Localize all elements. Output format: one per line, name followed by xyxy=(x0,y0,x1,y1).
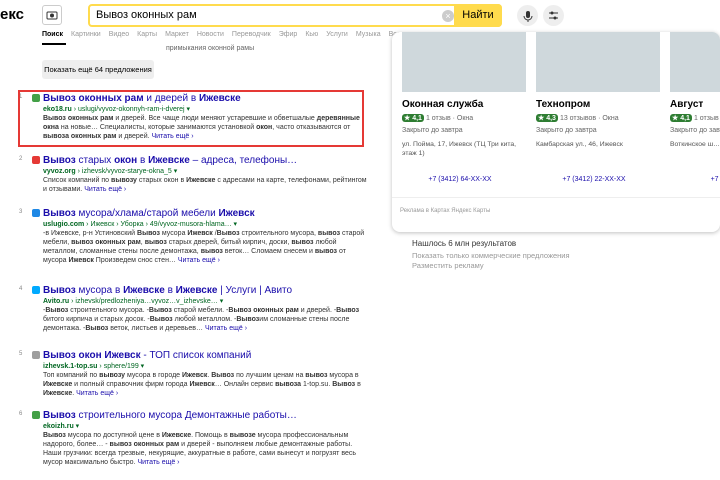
result-url[interactable]: vyvoz.org › izhevsk/vyvoz-starye-okna_5 … xyxy=(43,167,177,175)
tab-10[interactable]: Музыка xyxy=(356,31,381,38)
tab-3[interactable]: Карты xyxy=(137,31,157,38)
result-title-link[interactable]: Вывоз мусора в Ижевске в Ижевске | Услуг… xyxy=(43,285,292,296)
tab-6[interactable]: Переводчик xyxy=(232,31,271,38)
organization-photo[interactable] xyxy=(536,32,660,92)
organization-address: Воткинское ш… xyxy=(670,141,720,148)
search-button[interactable]: Найти xyxy=(454,4,502,27)
search-input[interactable]: Вывоз оконных рам xyxy=(96,9,197,21)
result-url[interactable]: ekoizh.ru ▾ xyxy=(43,422,79,430)
tab-8[interactable]: Кью xyxy=(305,31,318,38)
result-title-link[interactable]: Вывоз старых окон в Ижевске – адреса, те… xyxy=(43,155,297,166)
tab-4[interactable]: Маркет xyxy=(165,31,189,38)
result-snippet: Топ компаний по вывозу мусора в городе И… xyxy=(43,372,361,397)
active-tab-underline xyxy=(42,43,66,45)
result-snippet: -в Ижевске, р-н Устиновский Вывоз мусора… xyxy=(43,230,365,264)
result-number: 2 xyxy=(19,156,23,162)
hours-status: Закрыто до завтра xyxy=(670,127,720,134)
camera-search-icon[interactable] xyxy=(42,5,62,25)
search-field[interactable]: Вывоз оконных рам × xyxy=(88,4,502,27)
hours-status: Закрыто до завтра xyxy=(536,127,597,134)
hours-status: Закрыто до завтра xyxy=(402,127,463,134)
favicon-icon xyxy=(32,209,40,217)
show-more-button[interactable]: Показать ещё 64 предложения xyxy=(42,60,154,79)
organization-address: ул. Пойма, 17, Ижевск (ТЦ Три кита, этаж… xyxy=(402,141,517,157)
organization-name[interactable]: Оконная служба xyxy=(402,99,483,110)
search-tabs: Поиск Картинки Видео Карты Маркет Новости Пере… xyxy=(42,31,409,45)
map-panel: Реклама в Картах Яндекс Карты Оконная сл… xyxy=(392,32,720,232)
result-url[interactable]: uslugio.com › Ижевск › Уборка › 49/vyvoz… xyxy=(43,220,237,228)
result-number: 5 xyxy=(19,351,23,357)
highlight-box xyxy=(18,90,364,147)
tab-5[interactable]: Новости xyxy=(197,31,224,38)
organization-card[interactable]: Технопром ★ 4,3 13 отзывов · Окна Закрыто д… xyxy=(536,32,660,183)
result-number: 3 xyxy=(19,209,23,215)
tab-7[interactable]: Эфир xyxy=(279,31,298,38)
reviews-text: 1 отзыв xyxy=(693,115,719,122)
result-snippet: -Вывоз строительного мусора. -Вывоз стар… xyxy=(43,307,360,332)
result-url[interactable]: Avito.ru › izhevsk/predlozheniya…vyvoz…v… xyxy=(43,297,223,305)
tab-2[interactable]: Видео xyxy=(109,31,129,38)
favicon-icon xyxy=(32,156,40,164)
organization-name[interactable]: Технопром xyxy=(536,99,590,110)
organization-rating: ★ 4,1 1 отзыв xyxy=(670,114,719,122)
snippet-top: примыкания оконной рамы xyxy=(166,45,255,52)
result-title-link[interactable]: Вывоз окон Ижевск - ТОП список компаний xyxy=(43,350,251,361)
reviews-text: 13 отзывов · Окна xyxy=(559,115,619,122)
organization-photo[interactable] xyxy=(670,32,720,92)
rating-badge: ★ 4,3 xyxy=(536,114,558,122)
result-title-link[interactable]: Вывоз мусора/хлама/старой мебели Ижевск xyxy=(43,208,255,219)
tab-9[interactable]: Услуги xyxy=(326,31,348,38)
organization-rating: ★ 4,1 1 отзыв · Окна xyxy=(402,114,473,122)
organization-phone[interactable]: +7 (3412) 22-ХХ-ХХ xyxy=(536,176,652,183)
side-links: Показать только коммерческие предложения… xyxy=(412,251,570,271)
header-bar: екс Вывоз оконных рам × Найти xyxy=(0,0,720,32)
commercial-link[interactable]: Показать только коммерческие предложения xyxy=(412,251,570,261)
rating-badge: ★ 4,1 xyxy=(402,114,424,122)
divider xyxy=(392,197,720,198)
result-title-link[interactable]: Вывоз строительного мусора Демонтажные р… xyxy=(43,410,297,421)
result-url[interactable]: izhevsk.1-top.su › sphere/199 ▾ xyxy=(43,362,144,370)
favicon-icon xyxy=(32,286,40,294)
result-snippet: Вывоз мусора по доступной цене в Ижевске… xyxy=(43,432,356,466)
advertise-link[interactable]: Разместить рекламу xyxy=(412,261,570,271)
reviews-text: 1 отзыв · Окна xyxy=(425,115,474,122)
ad-label: Реклама в Картах Яндекс Карты xyxy=(400,208,491,214)
microphone-icon[interactable] xyxy=(517,5,538,26)
favicon-icon xyxy=(32,351,40,359)
favicon-icon xyxy=(32,411,40,419)
yandex-logo[interactable]: екс xyxy=(0,6,24,23)
tab-1[interactable]: Картинки xyxy=(71,31,101,38)
organization-card[interactable]: Оконная служба ★ 4,1 1 отзыв · Окна Закрыто… xyxy=(402,32,526,183)
organization-card[interactable]: Август ★ 4,11 отзыв Закрыто до завтра Вотки… xyxy=(670,32,720,183)
result-number: 6 xyxy=(19,411,23,417)
result-number: 4 xyxy=(19,286,23,292)
rating-badge: ★ 4,1 xyxy=(670,114,692,122)
organization-phone[interactable]: +7 (3412) 64-ХХ-ХХ xyxy=(402,176,518,183)
organization-photo[interactable] xyxy=(402,32,526,92)
settings-sliders-icon[interactable] xyxy=(543,5,564,26)
tab-0[interactable]: Поиск xyxy=(42,31,63,38)
organization-rating: ★ 4,3 13 отзывов · Окна xyxy=(536,114,619,122)
organization-address: Камбарская ул., 46, Ижевск xyxy=(536,141,623,148)
clear-icon[interactable]: × xyxy=(442,10,454,22)
result-snippet: Список компаний по вывозу старых окон в … xyxy=(43,177,367,193)
organization-name[interactable]: Август xyxy=(670,99,703,110)
organization-phone[interactable]: +7 (3412… xyxy=(670,176,720,183)
results-count: Нашлось 6 млн результатов xyxy=(412,239,517,248)
